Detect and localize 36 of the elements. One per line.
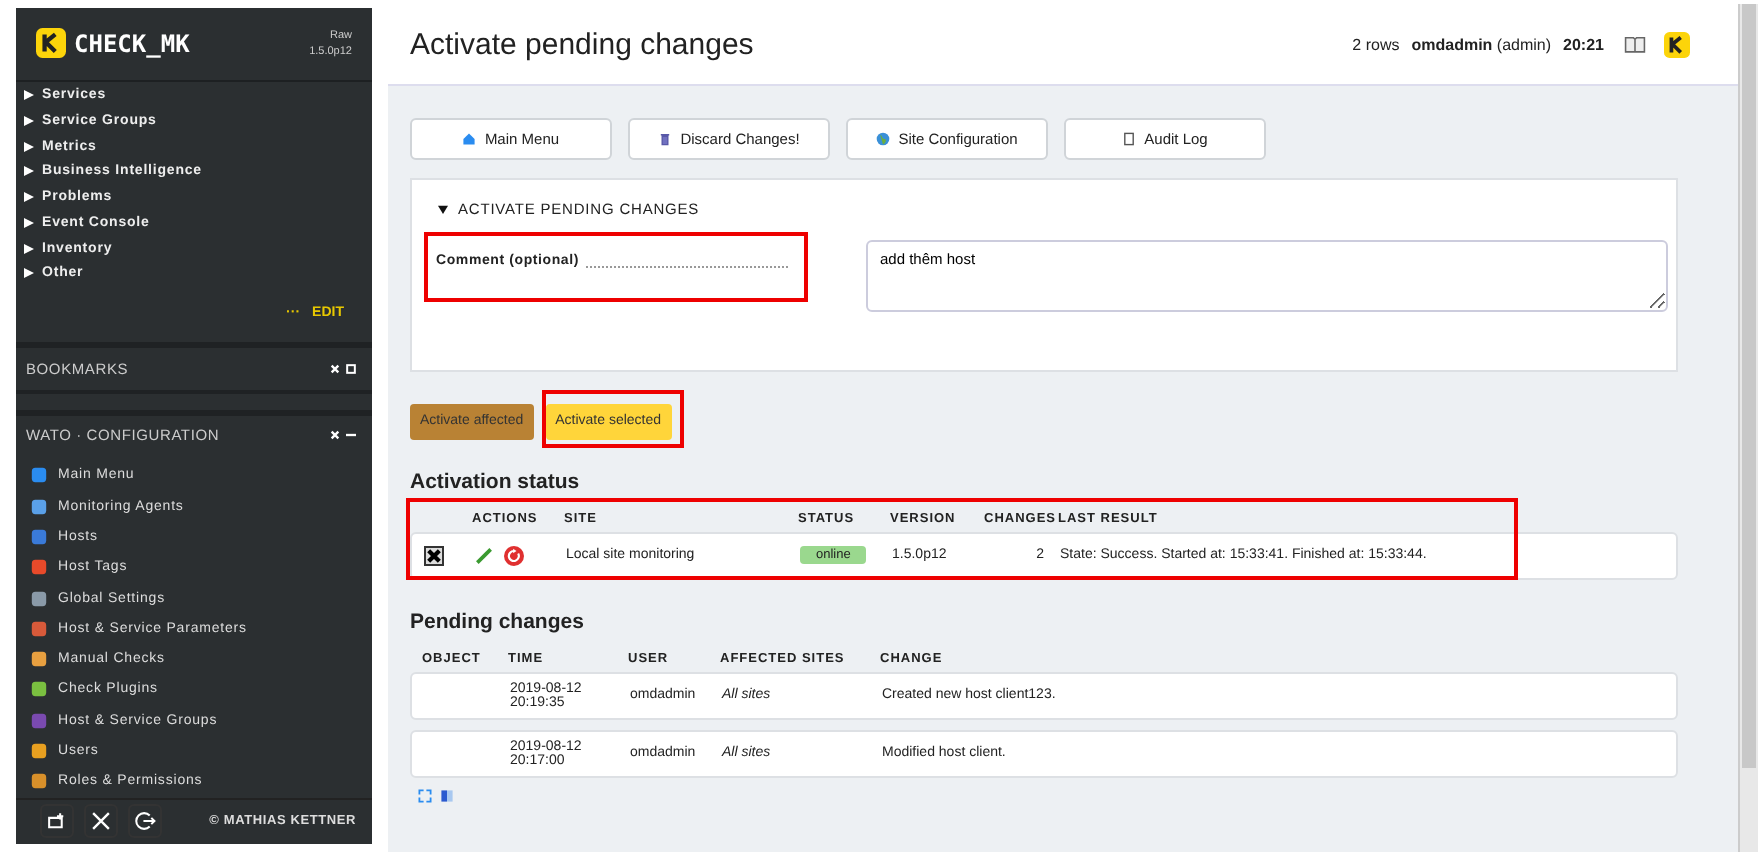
triangle-icon [24, 243, 34, 254]
triangle-icon [24, 116, 34, 127]
collapse-triangle-icon[interactable] [438, 204, 448, 214]
logo-text: CHECK_MK [74, 29, 192, 58]
row-count: 2 rows [1352, 35, 1400, 53]
triangle-icon [24, 217, 34, 228]
page-title: Activate pending changes [410, 27, 754, 61]
section-heading: Activation status [410, 469, 582, 493]
section-heading: Pending changes [410, 609, 586, 633]
tools-icon[interactable] [84, 804, 118, 839]
triangle-icon [24, 268, 34, 279]
home-icon [462, 132, 477, 146]
clock-time: 20:21 [1563, 35, 1604, 53]
triangle-icon [24, 141, 34, 152]
triangle-icon [24, 192, 34, 203]
triangle-icon [24, 90, 34, 101]
restart-icon[interactable] [504, 545, 524, 565]
triangle-icon [24, 166, 34, 177]
trash-icon [658, 132, 673, 146]
user-name: omdadmin (admin) [1411, 35, 1552, 53]
minus-icon[interactable] [346, 430, 356, 441]
document-icon [1122, 132, 1137, 146]
square-icon[interactable] [346, 363, 356, 374]
columns-icon[interactable] [440, 787, 454, 803]
checkbox[interactable] [424, 545, 444, 565]
logout-icon[interactable] [128, 804, 162, 839]
scrollbar[interactable] [1738, 4, 1758, 852]
book-icon[interactable] [1624, 34, 1646, 54]
close-icon[interactable] [330, 430, 340, 441]
sidebar-toggle-icon[interactable] [40, 804, 74, 839]
close-icon[interactable] [330, 363, 340, 374]
logo-icon [36, 28, 66, 59]
expand-icon[interactable] [418, 787, 432, 803]
logo-icon[interactable] [1664, 31, 1690, 57]
globe-icon [876, 132, 891, 146]
pencil-icon[interactable] [474, 545, 494, 565]
